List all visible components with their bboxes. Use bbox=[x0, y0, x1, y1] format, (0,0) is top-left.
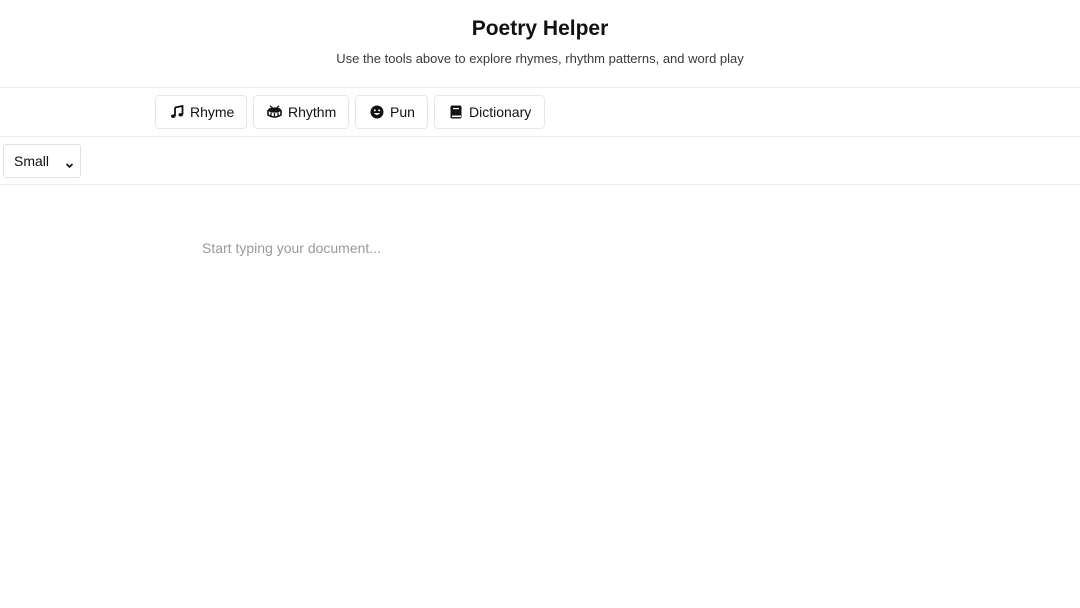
app-header: Poetry Helper Use the tools above to exp… bbox=[0, 0, 1080, 88]
smiley-icon bbox=[369, 105, 384, 120]
dictionary-button-label: Dictionary bbox=[469, 104, 532, 120]
pun-button[interactable]: Pun bbox=[355, 95, 428, 129]
book-icon bbox=[448, 105, 463, 120]
editor-placeholder: Start typing your document... bbox=[202, 240, 381, 256]
document-editor[interactable]: Start typing your document... bbox=[0, 185, 1080, 607]
rhyme-button-label: Rhyme bbox=[190, 104, 235, 120]
chevron-down-icon bbox=[65, 157, 74, 173]
rhythm-button[interactable]: Rhythm bbox=[253, 95, 349, 129]
rhythm-button-label: Rhythm bbox=[288, 104, 337, 120]
pun-button-label: Pun bbox=[390, 104, 415, 120]
font-size-select-value: Small bbox=[14, 153, 50, 169]
music-note-icon bbox=[169, 105, 184, 120]
rhyme-button[interactable]: Rhyme bbox=[155, 95, 247, 129]
page-title: Poetry Helper bbox=[471, 17, 609, 40]
drum-icon bbox=[267, 105, 282, 120]
format-toolbar: Small bbox=[0, 137, 1080, 185]
dictionary-button[interactable]: Dictionary bbox=[434, 95, 545, 129]
font-size-select[interactable]: Small bbox=[3, 144, 81, 178]
page-subtitle: Use the tools above to explore rhymes, r… bbox=[336, 51, 744, 66]
tool-toolbar: Rhyme Rhythm Pun Dictionary bbox=[0, 88, 1080, 137]
